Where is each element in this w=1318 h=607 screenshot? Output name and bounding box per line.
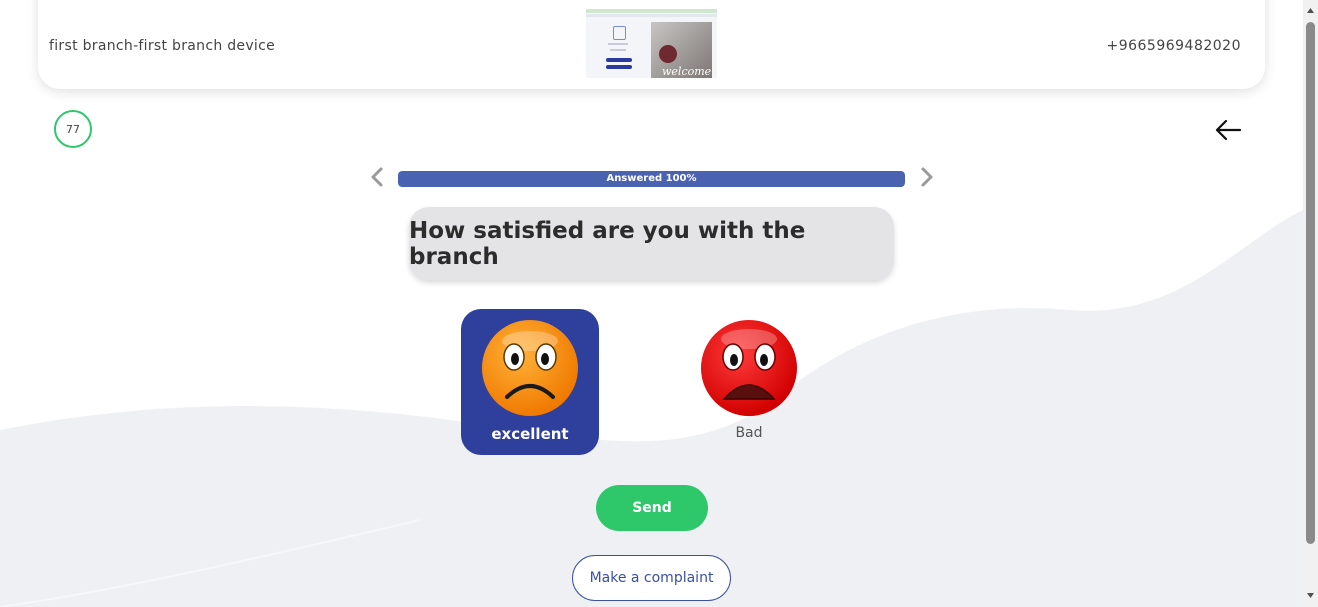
- countdown-value: 77: [66, 122, 80, 136]
- angry-face-icon: [701, 320, 797, 416]
- welcome-text: welcome: [662, 65, 712, 78]
- make-complaint-button[interactable]: Make a complaint: [572, 555, 731, 601]
- option-excellent[interactable]: excellent: [461, 309, 599, 455]
- option-label: excellent: [491, 425, 569, 443]
- back-arrow-icon[interactable]: [1213, 116, 1243, 144]
- header-card: first branch-first branch device welcome…: [38, 0, 1265, 89]
- option-label: Bad: [735, 425, 763, 441]
- frowning-face-icon: [482, 320, 578, 416]
- chevron-left-icon[interactable]: [367, 165, 387, 189]
- vertical-scrollbar[interactable]: [1303, 0, 1318, 607]
- device-name: first branch-first branch device: [49, 38, 276, 54]
- send-button[interactable]: Send: [596, 485, 708, 531]
- option-bad[interactable]: Bad: [680, 309, 818, 455]
- chevron-right-icon[interactable]: [917, 165, 937, 189]
- answered-progress-bar: Answered 100%: [398, 171, 905, 187]
- phone-number: +9665969482020: [1106, 38, 1241, 54]
- scroll-up-arrow-icon[interactable]: [1306, 6, 1315, 15]
- question-card: How satisfied are you with the branch: [409, 207, 894, 280]
- question-text: How satisfied are you with the branch: [409, 217, 806, 270]
- countdown-timer: 77: [54, 110, 92, 148]
- preview-thumbnail: welcome: [586, 9, 717, 78]
- scroll-down-arrow-icon[interactable]: [1306, 591, 1315, 600]
- document-icon: [613, 26, 626, 40]
- scroll-thumb[interactable]: [1306, 22, 1315, 544]
- progress-label: Answered 100%: [606, 173, 697, 184]
